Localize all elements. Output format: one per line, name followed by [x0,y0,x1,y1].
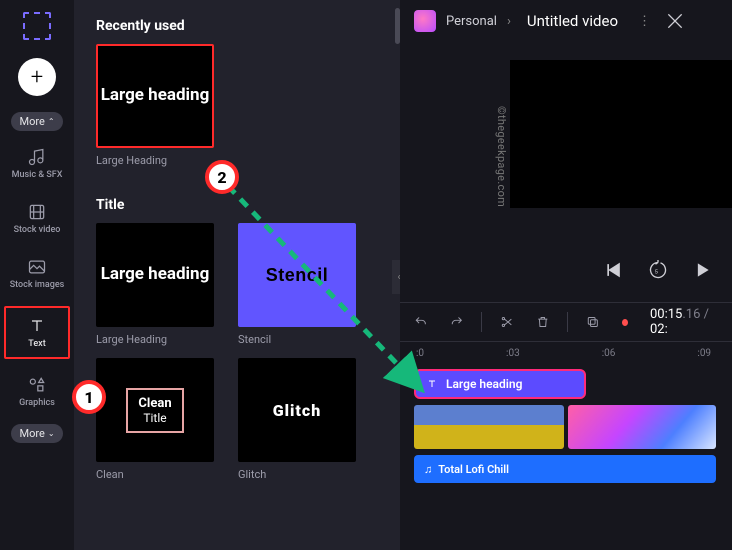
export-icon[interactable] [665,11,685,31]
more-button-bottom[interactable]: More⌄ [11,424,62,443]
sidebar-item-stock-video[interactable]: Stock video [4,196,70,241]
template-label: Stencil [238,333,356,346]
image-icon [27,257,47,277]
sidebar-item-label: Music & SFX [12,170,63,180]
rewind-icon[interactable]: 5 [648,260,668,280]
template-thumb: Large heading [96,44,214,148]
ruler-tick: :06 [602,348,616,359]
film-icon [27,202,47,222]
sidebar-item-label: Text [28,339,45,349]
video-clip[interactable] [414,405,564,449]
left-sidebar: + More⌃ Music & SFX Stock video Stock im… [0,0,74,550]
add-button[interactable]: + [18,58,56,96]
music-note-icon: ♫ [424,463,432,476]
split-icon[interactable] [500,314,514,330]
text-icon [426,378,438,390]
record-indicator [622,319,628,326]
skip-back-icon[interactable] [604,260,624,280]
template-card-large-heading-recent[interactable]: Large heading Large Heading [96,44,214,167]
template-thumb: CleanTitle [96,358,214,462]
shapes-icon [27,375,47,395]
sidebar-item-label: Stock images [10,280,65,290]
play-icon[interactable] [692,260,712,280]
timeline-toolbar: 00:15.16 / 02: [400,302,732,342]
template-label: Clean [96,468,214,481]
more-button-top[interactable]: More⌃ [11,112,62,131]
kebab-icon[interactable]: ⋮ [638,14,651,29]
template-label: Large Heading [96,333,214,346]
ruler-tick: :09 [697,348,711,359]
trash-icon[interactable] [536,314,550,330]
template-label: Large Heading [96,154,214,167]
chevron-down-icon: ⌄ [48,429,55,438]
sidebar-item-stock-images[interactable]: Stock images [4,251,70,296]
playback-controls: 5 [400,260,732,280]
chevron-right-icon: › [507,14,511,29]
sidebar-item-music[interactable]: Music & SFX [4,141,70,186]
clip-label: Large heading [446,377,522,391]
annotation-step-1: 1 [72,380,106,414]
sidebar-item-label: Graphics [19,398,55,408]
timecode: 00:15.16 / 02: [650,307,718,337]
editor-area: Personal › Untitled video ⋮ ©thegeekpage… [400,0,732,550]
video-preview[interactable] [510,60,732,208]
ruler-tick: :03 [506,348,520,359]
text-icon [27,316,47,336]
clip-label: Total Lofi Chill [438,463,509,476]
copy-icon[interactable] [586,314,600,330]
template-label: Glitch [238,468,356,481]
ruler-tick: :0 [416,348,424,359]
sidebar-item-text[interactable]: Text [4,306,70,359]
audio-clip[interactable]: ♫ Total Lofi Chill [414,455,716,483]
time-ruler[interactable]: :0 :03 :06 :09 [414,342,718,369]
template-card-clean-title[interactable]: CleanTitle Clean [96,358,214,481]
top-bar: Personal › Untitled video ⋮ [400,0,732,42]
undo-icon[interactable] [414,314,428,330]
app-logo[interactable] [23,12,51,40]
video-track [414,405,718,449]
divider [481,312,482,332]
annotation-step-2: 2 [205,160,239,194]
template-thumb: Stencil [238,223,356,327]
chevron-up-icon: ⌃ [48,117,55,126]
watermark-text: ©thegeekpage.com [495,106,508,207]
recently-used-header: Recently used [96,18,384,34]
text-templates-panel: Recently used Large heading Large Headin… [74,0,400,550]
template-thumb: Glitch [238,358,356,462]
divider [567,312,568,332]
svg-text:5: 5 [655,269,659,275]
template-thumb: Large heading [96,223,214,327]
template-card-glitch[interactable]: Glitch Glitch [238,358,356,481]
redo-icon[interactable] [450,314,464,330]
title-header: Title [96,197,384,213]
workspace-avatar[interactable] [414,10,436,32]
template-card-stencil[interactable]: Stencil Stencil [238,223,356,346]
video-clip[interactable] [568,405,716,449]
project-title[interactable]: Untitled video [527,12,618,30]
timeline[interactable]: :0 :03 :06 :09 Large heading ♫ Total Lof… [400,342,732,550]
sidebar-item-label: Stock video [14,225,61,235]
music-icon [27,147,47,167]
text-clip[interactable]: Large heading [414,369,586,399]
sidebar-item-graphics[interactable]: Graphics [4,369,70,414]
template-card-large-heading[interactable]: Large heading Large Heading [96,223,214,346]
workspace-name[interactable]: Personal [446,14,497,29]
